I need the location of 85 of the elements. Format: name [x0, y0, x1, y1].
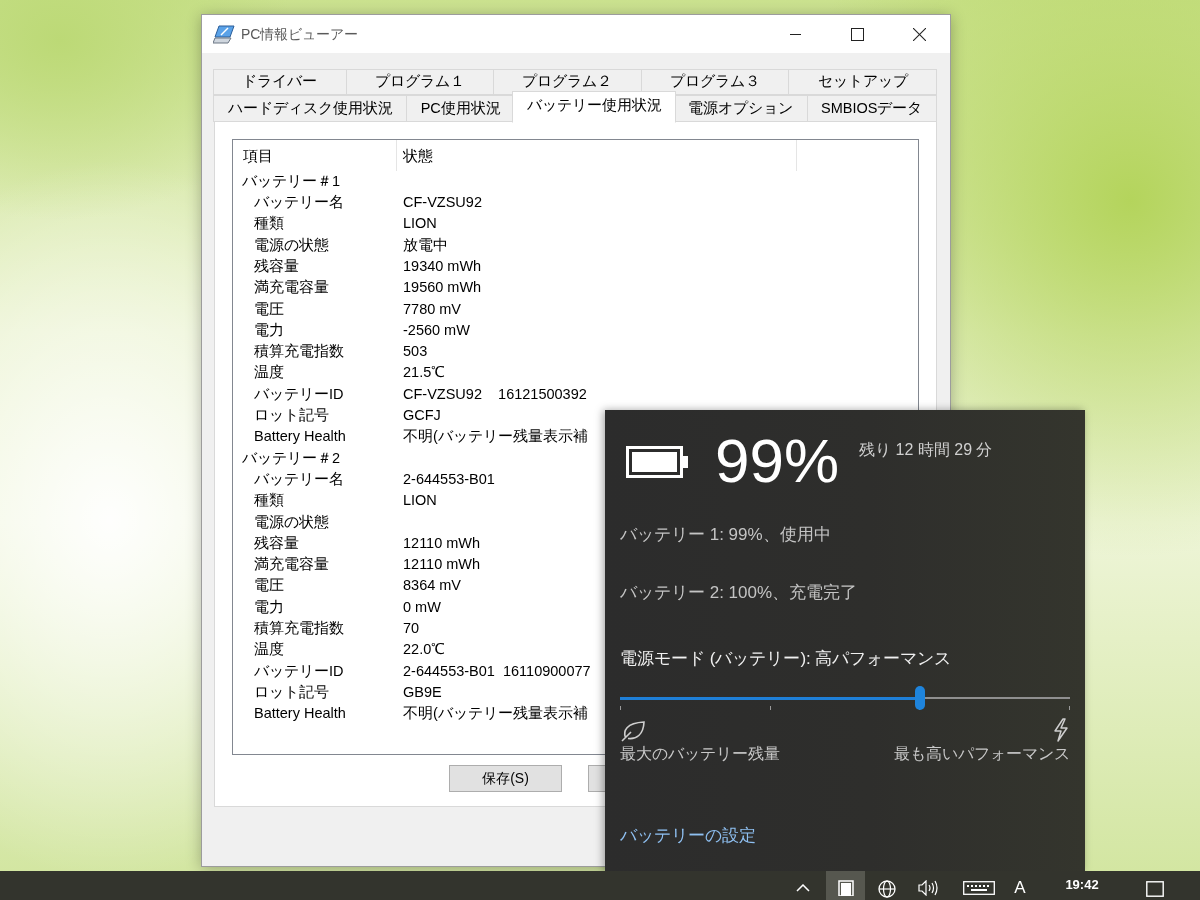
row-value: 7780 mV	[402, 299, 462, 319]
power-mode-label: 電源モード (バッテリー): 高パフォーマンス	[620, 648, 953, 670]
row-label: 電力	[253, 320, 285, 340]
row-label: 種類	[253, 491, 285, 511]
row-label: 電力	[253, 597, 285, 617]
row-label: 満充電容量	[253, 555, 330, 575]
tab[interactable]: セットアップ	[788, 69, 937, 95]
close-icon	[912, 27, 926, 41]
row-value: CF-VZSU92	[402, 193, 482, 213]
row-label: 電圧	[253, 576, 285, 596]
row-value: 22.0℃	[402, 640, 446, 660]
row-label: 温度	[253, 363, 285, 383]
row-value: -2560 mW	[402, 320, 470, 340]
row-value: 12110 mWh	[402, 533, 481, 553]
row-label: 種類	[253, 214, 285, 234]
row-value: GCFJ	[402, 406, 441, 426]
row-label: バッテリーID	[253, 384, 345, 404]
tab[interactable]: SMBIOSデータ	[806, 95, 938, 122]
tab[interactable]: プログラム３	[640, 69, 790, 95]
row-value: 19560 mWh	[402, 278, 482, 298]
row-value: 8364 mV	[402, 576, 462, 596]
group-label: バッテリー＃2	[241, 448, 342, 468]
battery-percentage: 99%	[715, 430, 840, 492]
row-label: バッテリーID	[253, 661, 345, 681]
tab[interactable]: バッテリー使用状況	[512, 91, 677, 123]
tab[interactable]: ハードディスク使用状況	[213, 95, 408, 122]
ime-mode-indicator[interactable]: A	[1004, 871, 1036, 900]
row-label: 積算充電指数	[253, 619, 345, 638]
battery-icon	[837, 880, 854, 896]
notification-icon	[1146, 881, 1164, 897]
globe-icon	[878, 880, 896, 898]
row-label: ロット記号	[253, 406, 330, 426]
row-value: 19340 mWh	[402, 256, 482, 276]
keyboard-icon	[963, 881, 995, 895]
battery-status: バッテリー 1: 99%、使用中	[620, 524, 832, 546]
slider-max-label: 最も高いパフォーマンス	[894, 744, 1070, 764]
row-label: バッテリー名	[253, 469, 345, 489]
clock-time[interactable]: 19:42	[1050, 871, 1114, 900]
lightning-icon	[1052, 718, 1070, 742]
battery-settings-link[interactable]: バッテリーの設定	[620, 824, 756, 848]
maximize-icon	[850, 27, 864, 41]
row-value: 70	[402, 619, 420, 638]
chevron-up-icon	[796, 884, 810, 892]
row-value: LION	[402, 214, 437, 234]
row-label: 電源の状態	[253, 235, 330, 255]
remaining-time: 残り 12 時間 29 分	[859, 440, 993, 460]
window-title: PC情報ビューアー	[241, 24, 359, 44]
row-value: 不明(バッテリー残量表示補	[402, 704, 588, 724]
row-label: ロット記号	[253, 682, 330, 702]
row-label: 残容量	[253, 256, 300, 276]
battery-status: バッテリー 2: 100%、充電完了	[620, 582, 859, 604]
row-value: 2-644553-B01	[402, 469, 495, 489]
laptop-icon	[213, 24, 235, 44]
column-header[interactable]: 状態	[396, 140, 798, 171]
row-value: CF-VZSU92 16121500392	[402, 384, 587, 404]
battery-icon	[626, 446, 688, 478]
row-value: 2-644553-B01 16110900077	[402, 661, 591, 681]
row-value: 21.5℃	[402, 363, 446, 383]
tab[interactable]: ドライバー	[213, 69, 347, 95]
row-label: 積算充電指数	[253, 342, 345, 362]
row-label: 電源の状態	[253, 512, 330, 532]
row-label: 残容量	[253, 533, 300, 553]
row-label: 満充電容量	[253, 278, 330, 298]
power-mode-slider[interactable]	[620, 684, 1070, 712]
save-button[interactable]: 保存(S)	[449, 765, 562, 792]
speaker-icon	[918, 880, 938, 896]
battery-tray-button[interactable]	[826, 871, 865, 900]
slider-thumb[interactable]	[915, 686, 926, 710]
group-label: バッテリー＃1	[241, 171, 342, 191]
column-header[interactable]: 項目	[233, 140, 397, 171]
tab[interactable]: プログラム１	[345, 69, 495, 95]
row-label: Battery Health	[253, 704, 347, 724]
row-value: 0 mW	[402, 597, 441, 617]
slider-min-label: 最大のバッテリー残量	[620, 744, 780, 764]
row-value: LION	[402, 491, 437, 511]
leaf-icon	[620, 720, 646, 742]
row-value: 503	[402, 342, 428, 362]
row-label: 温度	[253, 640, 285, 660]
row-label: Battery Health	[253, 427, 347, 447]
row-label: 電圧	[253, 299, 285, 319]
row-value: 不明(バッテリー残量表示補	[402, 427, 588, 447]
row-value: 放電中	[402, 235, 448, 255]
row-value: GB9E	[402, 682, 442, 702]
row-label: バッテリー名	[253, 193, 345, 213]
row-value: 12110 mWh	[402, 555, 481, 575]
